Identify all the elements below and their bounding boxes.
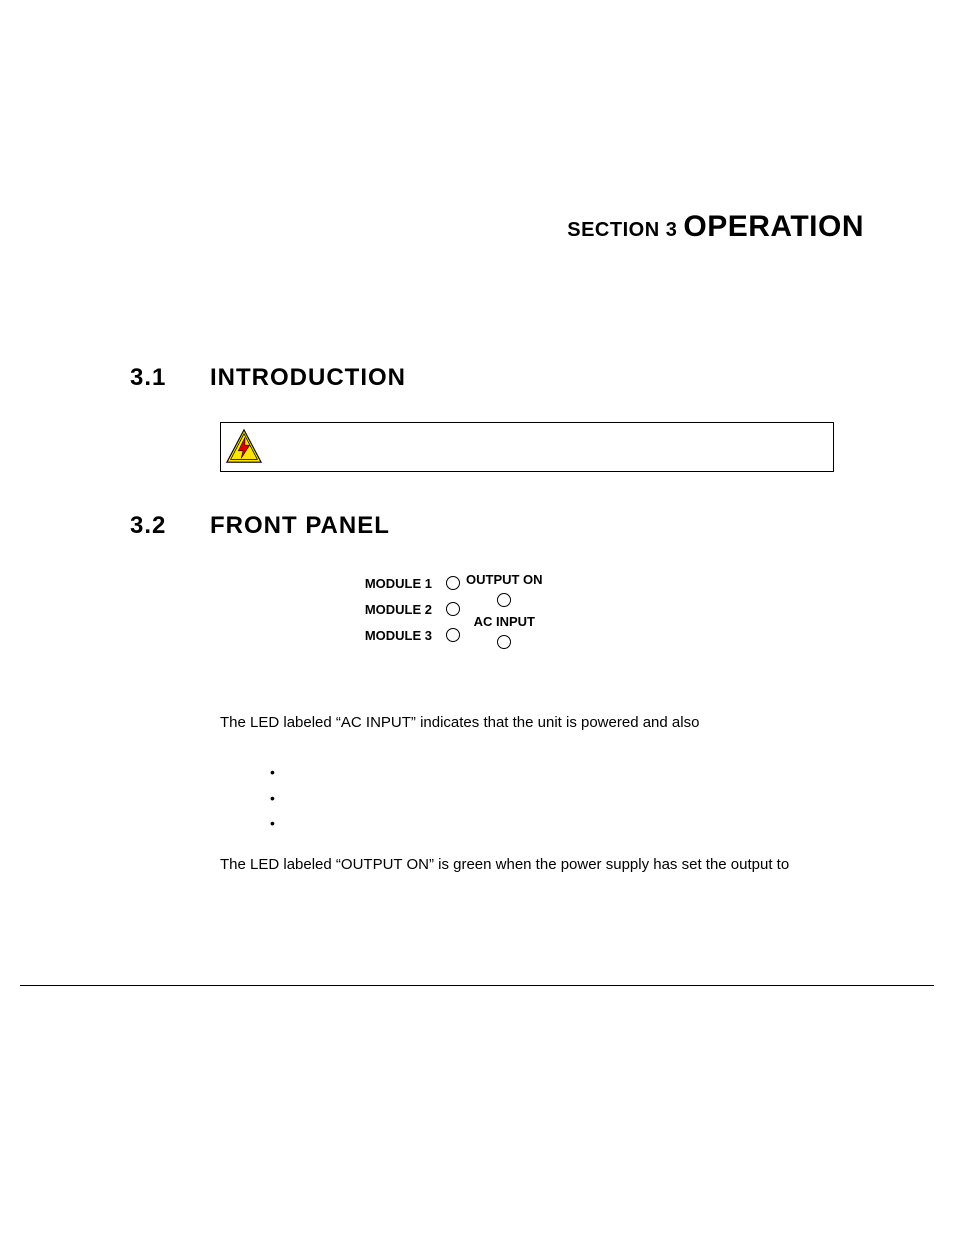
heading-introduction: 3.1 INTRODUCTION xyxy=(130,364,864,392)
body-text: The LED labeled “AC INPUT” indicates tha… xyxy=(220,712,834,875)
section-prefix: SECTION 3 xyxy=(567,219,683,241)
heading-front-panel: 3.2 FRONT PANEL xyxy=(130,512,864,540)
heading-number: 3.1 xyxy=(130,364,180,392)
output-on-label: OUTPUT ON xyxy=(466,572,543,587)
bullet-list: • • • xyxy=(270,763,834,834)
paragraph: The LED labeled “OUTPUT ON” is green whe… xyxy=(220,854,834,875)
ac-input-label: AC INPUT xyxy=(474,614,535,629)
led-icon xyxy=(446,628,460,642)
paragraph: The LED labeled “AC INPUT” indicates tha… xyxy=(220,712,834,733)
led-icon xyxy=(446,602,460,616)
section-name: OPERATION xyxy=(683,210,864,243)
module-1-label: MODULE 1 xyxy=(352,576,440,591)
section-title: SECTION 3 OPERATION xyxy=(90,210,864,244)
bullet-icon: • xyxy=(270,763,275,783)
led-icon xyxy=(497,593,511,607)
footer-rule xyxy=(20,985,934,986)
led-icon xyxy=(497,635,511,649)
module-2-label: MODULE 2 xyxy=(352,602,440,617)
front-panel-diagram: MODULE 1 MODULE 2 MODULE 3 OUTPUT ON AC … xyxy=(352,570,602,652)
lightning-warning-icon xyxy=(225,428,263,466)
warning-box xyxy=(220,422,834,472)
heading-text: FRONT PANEL xyxy=(210,512,390,540)
bullet-icon: • xyxy=(270,814,275,834)
module-3-label: MODULE 3 xyxy=(352,628,440,643)
heading-text: INTRODUCTION xyxy=(210,364,406,392)
heading-number: 3.2 xyxy=(130,512,180,540)
led-icon xyxy=(446,576,460,590)
bullet-icon: • xyxy=(270,789,275,809)
